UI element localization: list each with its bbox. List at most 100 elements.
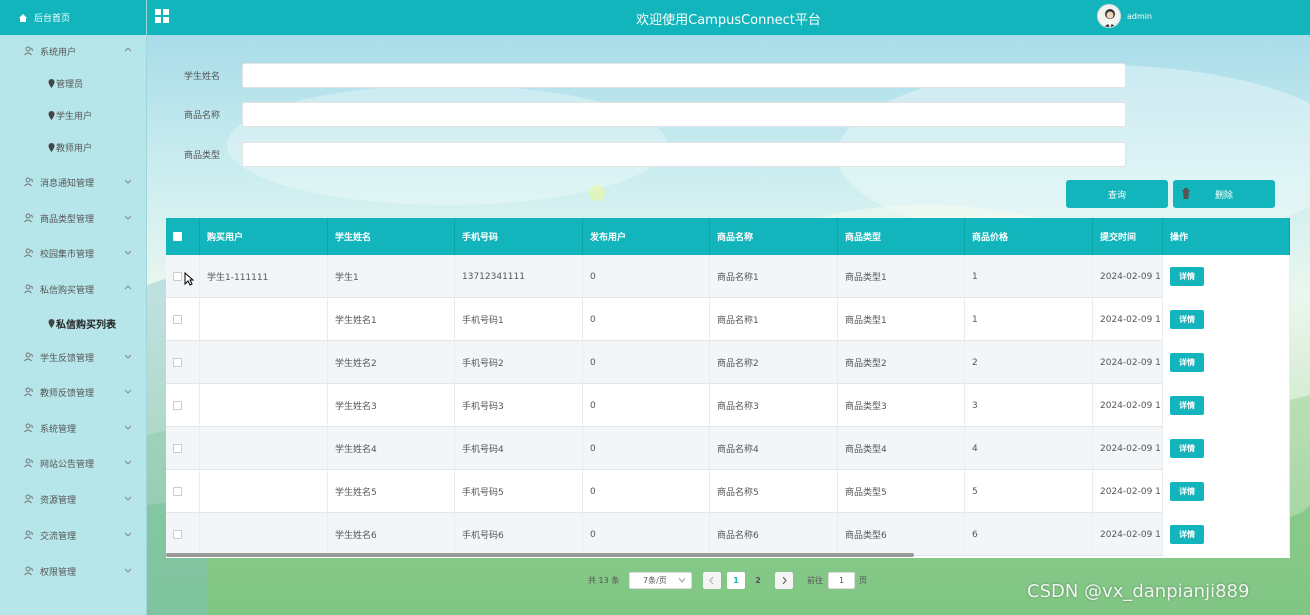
- sidebar-menu-6[interactable]: 教师反馈管理: [0, 382, 147, 402]
- action-cell: 详情: [1163, 470, 1290, 513]
- column-header[interactable]: 学生姓名: [328, 218, 455, 255]
- row-checkbox[interactable]: [173, 530, 182, 539]
- sidebar-menu-label: 系统管理: [40, 424, 77, 435]
- search-field-label: 商品类型: [184, 151, 221, 161]
- detail-button[interactable]: 详情: [1170, 310, 1204, 329]
- detail-button[interactable]: 详情: [1170, 267, 1204, 286]
- column-header[interactable]: 商品价格: [965, 218, 1093, 255]
- column-header[interactable]: 购买用户: [200, 218, 328, 255]
- detail-button[interactable]: 详情: [1170, 439, 1204, 458]
- sidebar-home[interactable]: 后台首页: [0, 0, 146, 35]
- sidebar-menu-label: 校园集市管理: [40, 249, 95, 260]
- row-checkbox[interactable]: [173, 272, 182, 281]
- query-button[interactable]: 查询: [1066, 180, 1168, 208]
- table-cell: 商品类型4: [838, 427, 965, 470]
- chevron-down-icon: [679, 578, 685, 583]
- sidebar-menu-7[interactable]: 系统管理: [0, 418, 147, 438]
- table-cell: [200, 513, 328, 556]
- table-cell: 2: [965, 341, 1093, 384]
- table-row[interactable]: 学生姓名3手机号码30商品名称3商品类型332024-02-09 11:2 详情: [166, 384, 1290, 427]
- detail-button[interactable]: 详情: [1170, 525, 1204, 544]
- sidebar-subitem-0-0[interactable]: 管理员: [0, 73, 147, 93]
- horizontal-scrollbar[interactable]: [166, 553, 914, 557]
- table-cell: 商品名称5: [710, 470, 838, 513]
- table-cell: 学生姓名3: [328, 384, 455, 427]
- column-header[interactable]: 商品名称: [710, 218, 838, 255]
- table-cell: 0: [583, 255, 710, 298]
- sidebar-menu-9[interactable]: 资源管理: [0, 489, 147, 509]
- row-checkbox[interactable]: [173, 444, 182, 453]
- row-checkbox[interactable]: [173, 358, 182, 367]
- page-size-select[interactable]: 7条/页: [629, 572, 692, 589]
- table-row[interactable]: 学生1-111111 学生1 13712341111 0 商品名称1 商品类型1 1 2024…: [166, 255, 1290, 298]
- table-cell: 3: [965, 384, 1093, 427]
- column-header[interactable]: 发布用户: [583, 218, 710, 255]
- sidebar-subitem-4-0[interactable]: 私信购买列表: [0, 313, 147, 333]
- chevron-down-icon: [124, 354, 132, 359]
- column-header[interactable]: 操作: [1163, 218, 1290, 255]
- trash-icon: [1182, 188, 1190, 199]
- search-input-0[interactable]: [242, 63, 1126, 88]
- sidebar-menu-3[interactable]: 校园集市管理: [0, 243, 147, 263]
- column-header[interactable]: 商品类型: [838, 218, 965, 255]
- sidebar-menu-10[interactable]: 交流管理: [0, 525, 147, 545]
- row-checkbox[interactable]: [173, 315, 182, 324]
- detail-button[interactable]: 详情: [1170, 396, 1204, 415]
- sidebar-menu-2[interactable]: 商品类型管理: [0, 208, 147, 228]
- row-select-cell: [166, 341, 200, 384]
- table-cell: 手机号码5: [455, 470, 583, 513]
- row-checkbox[interactable]: [173, 487, 182, 496]
- goto-page-input[interactable]: 1: [828, 572, 855, 589]
- user-group-icon: [24, 284, 33, 294]
- page-size-value: 7条/页: [643, 576, 667, 585]
- table-cell: 学生1-111111: [200, 255, 328, 298]
- search-input-2[interactable]: [242, 142, 1126, 167]
- sidebar-menu-4[interactable]: 私信购买管理: [0, 279, 147, 299]
- next-page-button[interactable]: [775, 572, 793, 589]
- user-group-icon: [24, 530, 33, 540]
- sidebar-subitem-label: 教师用户: [56, 143, 93, 154]
- table-row[interactable]: 学生姓名1手机号码10商品名称1商品类型112024-02-09 11:2 详情: [166, 298, 1290, 341]
- page-button-2[interactable]: 2: [749, 572, 767, 589]
- table-cell: 0: [583, 298, 710, 341]
- chevron-left-icon: [709, 577, 714, 584]
- detail-button[interactable]: 详情: [1170, 482, 1204, 501]
- page-button-1[interactable]: 1: [727, 572, 745, 589]
- table-row[interactable]: 学生姓名5手机号码50商品名称5商品类型552024-02-09 11:2 详情: [166, 470, 1290, 513]
- delete-button[interactable]: 删除: [1173, 180, 1275, 208]
- prev-page-button[interactable]: [703, 572, 721, 589]
- select-all-checkbox[interactable]: [173, 232, 182, 241]
- table-cell: 手机号码2: [455, 341, 583, 384]
- username[interactable]: admin: [1127, 12, 1152, 21]
- sidebar-menu-5[interactable]: 学生反馈管理: [0, 347, 147, 367]
- detail-button[interactable]: 详情: [1170, 353, 1204, 372]
- row-checkbox[interactable]: [173, 401, 182, 410]
- sidebar-menu-0[interactable]: 系统用户: [0, 41, 147, 61]
- sidebar-menu-8[interactable]: 网站公告管理: [0, 453, 147, 473]
- table-row[interactable]: 学生姓名4手机号码40商品名称4商品类型442024-02-09 11:2 详情: [166, 427, 1290, 470]
- search-input-1[interactable]: [242, 102, 1126, 127]
- action-cell: 详情: [1163, 384, 1290, 427]
- avatar[interactable]: [1097, 4, 1121, 28]
- user-group-icon: [24, 213, 33, 223]
- sidebar-menu-label: 权限管理: [40, 567, 77, 578]
- table-cell: [200, 341, 328, 384]
- user-group-icon: [24, 352, 33, 362]
- table-row[interactable]: 学生姓名6手机号码60商品名称6商品类型662024-02-09 11:2 详情: [166, 513, 1290, 556]
- sidebar-menu-11[interactable]: 权限管理: [0, 561, 147, 581]
- select-all-cell: [166, 218, 200, 255]
- sidebar-subitem-0-2[interactable]: 教师用户: [0, 137, 147, 157]
- table-cell: 商品类型5: [838, 470, 965, 513]
- table-row[interactable]: 学生姓名2手机号码20商品名称2商品类型222024-02-09 11:2 详情: [166, 341, 1290, 384]
- sidebar-menu-1[interactable]: 消息通知管理: [0, 172, 147, 192]
- table-cell: 0: [583, 384, 710, 427]
- column-header[interactable]: 手机号码: [455, 218, 583, 255]
- column-header[interactable]: 提交时间: [1093, 218, 1163, 255]
- user-group-icon: [24, 46, 33, 56]
- action-cell: 详情: [1163, 341, 1290, 384]
- user-group-icon: [24, 458, 33, 468]
- chevron-down-icon: [124, 215, 132, 220]
- sidebar-subitem-0-1[interactable]: 学生用户: [0, 105, 147, 125]
- table-cell: 学生姓名2: [328, 341, 455, 384]
- table-cell: 商品名称4: [710, 427, 838, 470]
